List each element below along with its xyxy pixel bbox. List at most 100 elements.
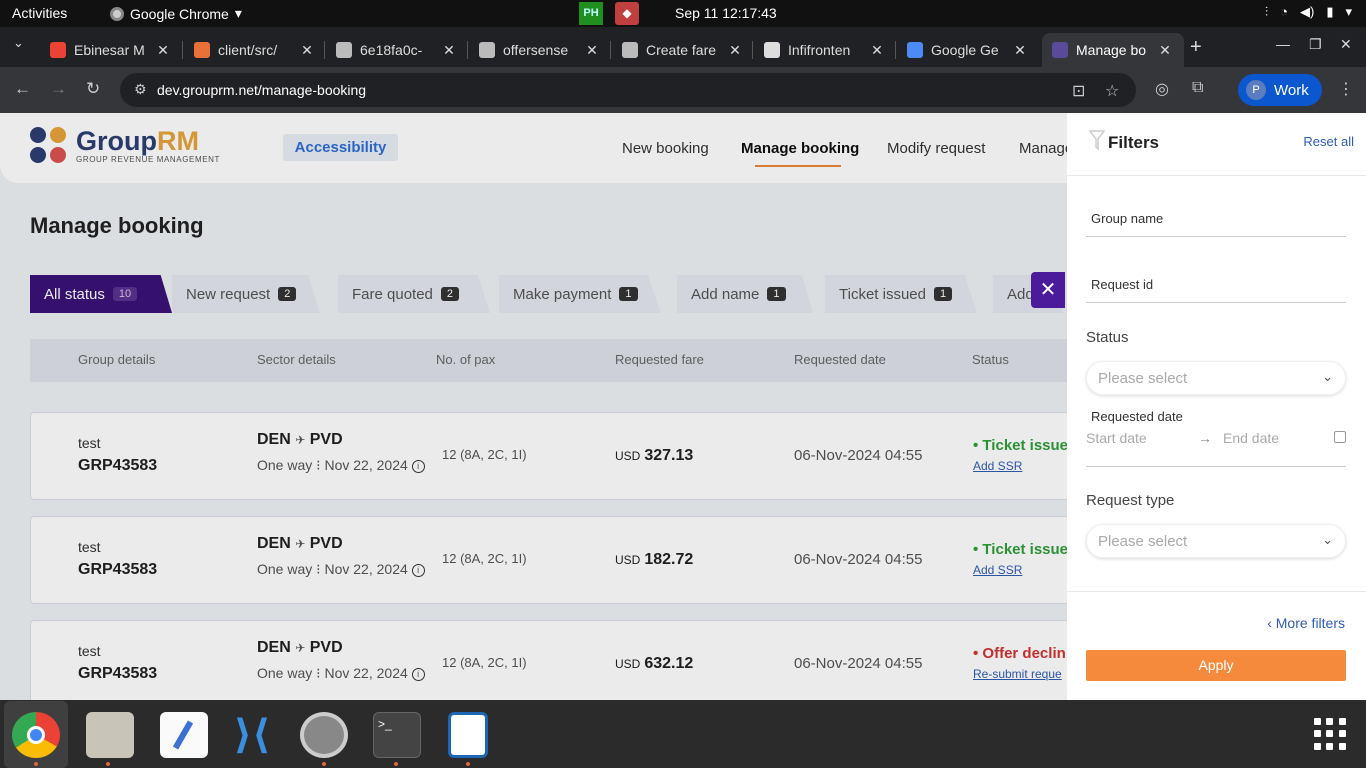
filters-drawer: Filters Reset all Group name Request id … [1067,113,1366,700]
text-editor-dock-icon[interactable] [160,712,208,758]
browser-tab[interactable]: Google Ge ✕ [897,33,1037,67]
browser-tab[interactable]: Infifronten ✕ [754,33,894,67]
power-menu-icon: ▾ [1345,4,1352,19]
url-text[interactable]: dev.grouprm.net/manage-booking [157,82,366,98]
vscode-dock-icon[interactable]: ⟩⟨ [228,712,276,758]
system-tray[interactable]: ⫶ ◔ ◀) ▮ ▾ [1265,4,1352,20]
status-select[interactable]: Please select ⌄ [1086,361,1346,395]
close-window-icon[interactable]: ✕ [1340,36,1352,53]
install-app-icon[interactable]: ⊡ [1072,81,1085,101]
request-type-select[interactable]: Please select ⌄ [1086,524,1346,558]
profile-label: Work [1274,81,1309,99]
filter-funnel-icon [1089,130,1105,151]
requested-date-label: Requested date [1091,409,1183,424]
phpstorm-tray-icon[interactable]: PH [579,2,603,25]
profile-button[interactable]: P Work [1238,74,1322,106]
browser-tab[interactable]: client/src/ ✕ [184,33,324,67]
tab-title: Manage bo [1076,42,1147,58]
tab-favicon-icon [907,42,923,58]
battery-icon: ▮ [1326,4,1334,19]
back-icon[interactable]: ← [14,79,31,99]
system-top-bar: Activities Google Chrome ▾ PH ◆ Sep 11 1… [0,0,1366,27]
tab-title: Create fare [646,42,717,58]
maximize-icon[interactable]: ❐ [1309,36,1322,53]
color-extension-icon[interactable]: ◎ [1155,79,1169,99]
close-tab-icon[interactable]: ✕ [154,42,172,59]
wifi-icon: ◔ [1280,4,1288,19]
new-tab-button[interactable]: + [1190,36,1202,59]
running-indicator [394,762,398,766]
chrome-icon [110,6,124,21]
tab-favicon-icon [1052,42,1068,58]
reset-all-link[interactable]: Reset all [1303,134,1354,149]
more-filters-label: More filters [1275,615,1345,631]
filters-header: Filters Reset all [1067,113,1366,176]
anydesk-tray-icon[interactable]: ◆ [615,2,639,25]
caret-down-icon: ▾ [234,5,242,21]
tab-search-icon[interactable]: ⌄ [13,35,24,51]
tab-title: Ebinesar M [74,42,145,58]
status-placeholder: Please select [1098,370,1188,387]
request-id-label: Request id [1091,277,1154,292]
end-date-input[interactable]: End date [1223,430,1279,446]
browser-tab[interactable]: Manage bo ✕ [1042,33,1184,67]
tab-separator [467,41,468,59]
close-tab-icon[interactable]: ✕ [440,42,458,59]
close-tab-icon[interactable]: ✕ [868,42,886,59]
settings-gear-dock-icon[interactable] [300,712,348,758]
close-filters-button[interactable]: ✕ [1031,272,1065,308]
tab-favicon-icon [479,42,495,58]
avatar: P [1246,80,1266,100]
forward-icon[interactable]: → [50,79,67,99]
tab-separator [610,41,611,59]
terminal-dock-icon[interactable]: >_ [373,712,421,758]
browser-tab[interactable]: Ebinesar M ✕ [40,33,180,67]
app-name: Google Chrome [130,5,229,22]
address-bar[interactable]: ⚙ dev.grouprm.net/manage-booking ⊡ ☆ [120,73,1136,107]
chevron-left-icon: ‹ [1267,615,1276,631]
apply-button[interactable]: Apply [1086,650,1346,681]
request-id-field[interactable]: Request id [1086,265,1346,303]
tab-favicon-icon [194,42,210,58]
status-label: Status [1086,329,1129,346]
tab-separator [324,41,325,59]
chrome-menu-icon[interactable]: ⋮ [1338,79,1354,99]
running-indicator [466,762,470,766]
reload-icon[interactable]: ↻ [86,79,100,99]
request-type-placeholder: Please select [1098,533,1188,550]
app-menu[interactable]: Google Chrome ▾ [110,5,242,22]
volume-icon: ◀) [1299,4,1315,19]
close-tab-icon[interactable]: ✕ [1156,42,1174,59]
group-name-label: Group name [1091,211,1164,226]
bookmark-star-icon[interactable]: ☆ [1105,81,1119,101]
minimize-icon[interactable]: — [1276,36,1290,52]
tab-favicon-icon [622,42,638,58]
browser-tab[interactable]: offersense ✕ [469,33,609,67]
close-tab-icon[interactable]: ✕ [726,42,744,59]
extensions-puzzle-icon[interactable]: ⧉ [1192,79,1203,97]
drawer-divider [1067,591,1366,592]
chrome-dock-icon[interactable] [12,712,60,758]
browser-tab-strip: ⌄ Ebinesar M ✕ client/src/✕ 6e18fa0c- ✕ offer… [0,27,1366,67]
files-dock-icon[interactable] [86,712,134,758]
browser-tab[interactable]: 6e18fa0c- ✕ [326,33,466,67]
close-tab-icon[interactable]: ✕ [298,42,316,59]
close-tab-icon[interactable]: ✕ [1011,42,1029,59]
tab-title: Infifronten [788,42,851,58]
more-filters-link[interactable]: ‹ More filters [1267,615,1345,631]
requested-date-range[interactable]: Requested date Start date → End date [1086,409,1346,467]
tab-title: client/src/ [218,42,278,58]
clock[interactable]: Sep 11 12:17:43 [675,5,777,21]
start-date-input[interactable]: Start date [1086,430,1147,446]
site-info-icon[interactable]: ⚙ [134,81,147,98]
browser-tab[interactable]: Create fare ✕ [612,33,752,67]
calendar-icon[interactable] [1334,431,1346,443]
close-tab-icon[interactable]: ✕ [583,42,601,59]
group-name-field[interactable]: Group name [1086,199,1346,237]
tab-favicon-icon [336,42,352,58]
running-indicator [106,762,110,766]
activities-button[interactable]: Activities [12,5,67,21]
document-viewer-dock-icon[interactable] [448,712,488,758]
show-apps-grid-icon[interactable] [1314,718,1346,750]
tab-separator [752,41,753,59]
